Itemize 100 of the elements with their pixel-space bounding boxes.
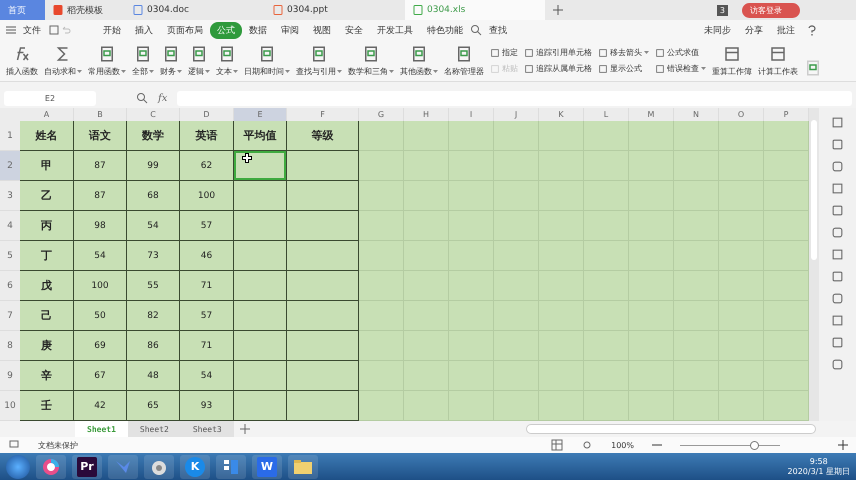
- table-cell[interactable]: 100: [180, 181, 234, 211]
- table-cell[interactable]: [234, 241, 287, 271]
- menu-tab[interactable]: 审阅: [274, 22, 306, 38]
- row-header[interactable]: 10: [0, 391, 20, 421]
- row-header[interactable]: 7: [0, 301, 20, 331]
- menu-tab[interactable]: 视图: [306, 22, 338, 38]
- column-header[interactable]: F: [287, 108, 359, 121]
- table-cell[interactable]: 55: [127, 271, 180, 301]
- table-cell[interactable]: [234, 331, 287, 361]
- table-cell[interactable]: [287, 271, 359, 301]
- menu-tab[interactable]: 开始: [96, 22, 128, 38]
- table-cell[interactable]: 98: [74, 211, 127, 241]
- table-cell[interactable]: [234, 181, 287, 211]
- row-header[interactable]: 9: [0, 361, 20, 391]
- row-header[interactable]: 4: [0, 211, 20, 241]
- table-cell[interactable]: 82: [127, 301, 180, 331]
- ribbon-small-button[interactable]: 错误检查: [655, 63, 706, 74]
- ribbon-small-button[interactable]: 公式求值: [655, 47, 706, 58]
- document-tab[interactable]: 0304.ppt: [265, 0, 405, 20]
- table-cell[interactable]: 71: [180, 271, 234, 301]
- table-cell[interactable]: 57: [180, 301, 234, 331]
- menu-tab[interactable]: 页面布局: [160, 22, 210, 38]
- ribbon-small-button[interactable]: 追踪从属单元格: [524, 63, 592, 74]
- help-icon[interactable]: [808, 24, 816, 36]
- table-cell[interactable]: [287, 181, 359, 211]
- document-tab[interactable]: 稻壳模板: [45, 0, 125, 20]
- table-cell[interactable]: 英语: [180, 121, 234, 151]
- ribbon-button[interactable]: 插入函数: [3, 40, 41, 81]
- ribbon-button[interactable]: 自动求和: [41, 40, 85, 81]
- table-cell[interactable]: 丁: [20, 241, 74, 271]
- row-header[interactable]: 8: [0, 331, 20, 361]
- taskbar-app[interactable]: [36, 454, 66, 478]
- table-cell[interactable]: 乙: [20, 181, 74, 211]
- column-header[interactable]: O: [719, 108, 764, 121]
- menu-tab[interactable]: 插入: [128, 22, 160, 38]
- table-cell[interactable]: [287, 331, 359, 361]
- vertical-scrollbar[interactable]: [809, 108, 819, 421]
- ribbon-button[interactable]: 全部: [129, 40, 157, 81]
- taskbar-app[interactable]: K: [180, 454, 210, 478]
- menu-tab[interactable]: 开发工具: [370, 22, 420, 38]
- horizontal-scrollbar[interactable]: [526, 424, 816, 434]
- menu-tab[interactable]: 安全: [338, 22, 370, 38]
- table-cell[interactable]: 87: [74, 181, 127, 211]
- table-cell[interactable]: [287, 301, 359, 331]
- column-header[interactable]: K: [539, 108, 584, 121]
- menu-tab[interactable]: 特色功能: [420, 22, 470, 38]
- table-cell[interactable]: [287, 361, 359, 391]
- ribbon-button[interactable]: 重算工作簿: [709, 40, 755, 81]
- ribbon-small-button[interactable]: 追踪引用单元格: [524, 47, 592, 58]
- start-button[interactable]: [6, 454, 30, 478]
- column-header[interactable]: E: [234, 108, 287, 121]
- table-cell[interactable]: [234, 271, 287, 301]
- ribbon-button[interactable]: 数学和三角: [345, 40, 397, 81]
- login-button[interactable]: 访客登录: [742, 2, 800, 18]
- table-cell[interactable]: 87: [74, 151, 127, 181]
- column-header[interactable]: M: [629, 108, 674, 121]
- menu-tab[interactable]: 数据: [242, 22, 274, 38]
- taskbar-app[interactable]: W: [252, 454, 282, 478]
- table-cell[interactable]: 54: [74, 241, 127, 271]
- sheet-tab[interactable]: Sheet1: [75, 421, 128, 437]
- ribbon-button[interactable]: 计算工作表: [755, 40, 801, 81]
- ribbon-button[interactable]: 逻辑: [185, 40, 213, 81]
- table-cell[interactable]: [234, 301, 287, 331]
- table-cell[interactable]: 69: [74, 331, 127, 361]
- table-cell[interactable]: 数学: [127, 121, 180, 151]
- table-cell[interactable]: 姓名: [20, 121, 74, 151]
- column-header[interactable]: P: [764, 108, 809, 121]
- table-cell[interactable]: 甲: [20, 151, 74, 181]
- taskbar-app[interactable]: Pr: [72, 454, 102, 478]
- ribbon-button[interactable]: 常用函数: [85, 40, 129, 81]
- document-tab[interactable]: 0304.doc: [125, 0, 265, 20]
- column-header[interactable]: I: [449, 108, 494, 121]
- table-cell[interactable]: 100: [74, 271, 127, 301]
- document-tab[interactable]: 首页: [0, 0, 45, 20]
- row-header[interactable]: 6: [0, 271, 20, 301]
- table-cell[interactable]: [234, 211, 287, 241]
- slider-thumb[interactable]: [750, 440, 759, 450]
- ribbon-button[interactable]: 文本: [213, 40, 241, 81]
- table-cell[interactable]: 庚: [20, 331, 74, 361]
- table-cell[interactable]: 62: [180, 151, 234, 181]
- file-menu[interactable]: 文件: [16, 22, 48, 38]
- table-cell[interactable]: 86: [127, 331, 180, 361]
- column-header[interactable]: N: [674, 108, 719, 121]
- menu-icon[interactable]: [6, 26, 16, 34]
- ribbon-button[interactable]: 名称管理器: [441, 40, 487, 81]
- toolbar-link[interactable]: 批注: [770, 22, 802, 38]
- ribbon-small-button[interactable]: 显示公式: [598, 63, 649, 74]
- column-header[interactable]: L: [584, 108, 629, 121]
- zoom-in-icon[interactable]: [838, 440, 848, 450]
- toolbar-link[interactable]: 分享: [738, 22, 770, 38]
- table-cell[interactable]: 73: [127, 241, 180, 271]
- ribbon-button[interactable]: 日期和时间: [241, 40, 293, 81]
- table-cell[interactable]: [234, 361, 287, 391]
- table-cell[interactable]: [234, 151, 287, 181]
- column-header[interactable]: G: [359, 108, 404, 121]
- toolbar-link[interactable]: 未同步: [697, 22, 738, 38]
- table-cell[interactable]: 68: [127, 181, 180, 211]
- add-sheet-icon[interactable]: [240, 424, 250, 434]
- table-cell[interactable]: 46: [180, 241, 234, 271]
- table-cell[interactable]: 54: [127, 211, 180, 241]
